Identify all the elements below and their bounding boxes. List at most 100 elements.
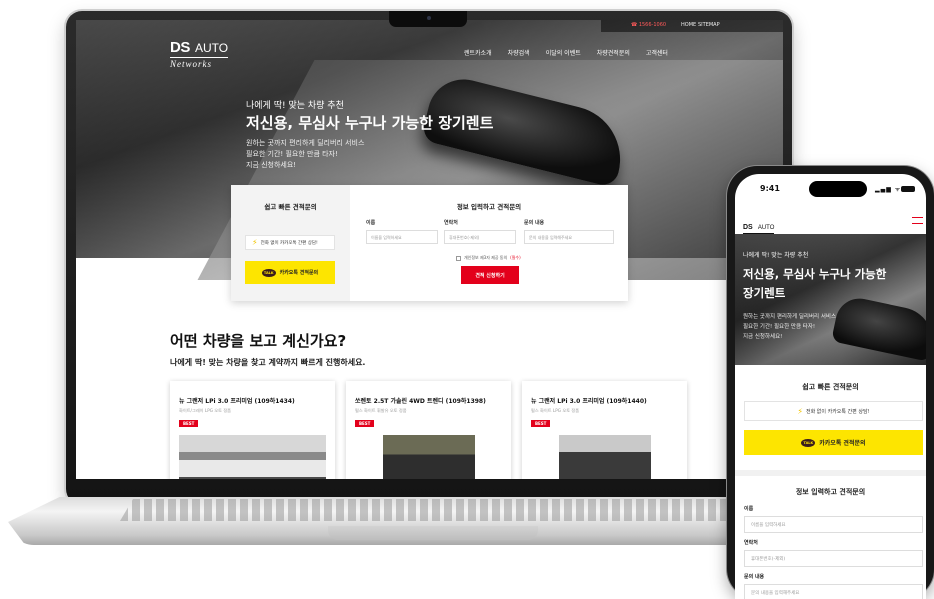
mobile-inquiry-field-group: 문의 내용 문의 내용을 입력해주세요: [744, 573, 923, 599]
inquiry-label: 문의 내용: [524, 220, 545, 226]
nav-item-event[interactable]: 이달의 이벤트: [546, 48, 581, 57]
agree-required: (필수): [510, 255, 521, 260]
car-meta: 화이트/그레이 LPG 오토 정품: [179, 408, 232, 413]
inquiry-input[interactable]: 문의 내용을 입력해주세요: [524, 230, 614, 244]
logo-auto: AUTO: [194, 41, 229, 55]
car-meta: 펄스 화이트 휘발유 오토 정품: [355, 408, 407, 413]
kakao-estimate-button[interactable]: TALK 카카오톡 견적문의: [245, 261, 335, 284]
laptop-keyboard: [120, 499, 770, 521]
mobile-hero-desc-line: 필요한 기간! 필요한 만큼 타자!: [743, 324, 816, 330]
hero-desc-line: 지금 신청하세요!: [246, 161, 297, 169]
mobile-hero-desc-line: 지금 신청하세요!: [743, 334, 783, 340]
car-card[interactable]: 쏘렌토 2.5T 가솔린 4WD 트렌디 (109하1398) 펄스 화이트 휘…: [346, 381, 511, 479]
kakao-consult-button[interactable]: ⚡ 전화 없이 카카오톡 간편 상담!: [245, 235, 335, 250]
listing-title: 어떤 차량을 보고 계신가요?: [170, 332, 347, 350]
mobile-kakao-consult-button[interactable]: ⚡ 전화 없이 카카오톡 간편 상담!: [744, 401, 923, 421]
kakao-consult-label: 전화 없이 카카오톡 간편 상담!: [260, 240, 318, 246]
best-badge: BEST: [531, 420, 551, 427]
sitemap-link[interactable]: SITEMAP: [698, 22, 720, 28]
mobile-hero-description: 원하는 곳까지 편리하게 딜리버리 서비스 필요한 기간! 필요한 만큼 타자!…: [743, 312, 836, 342]
logo-ds: DS: [170, 39, 190, 56]
form-title: 정보 입력하고 견적문의: [456, 203, 522, 211]
mobile-form-title: 정보 입력하고 견적문의: [795, 488, 866, 496]
mobile-hero-title-line: 저신용, 무심사 누구나 가능한: [743, 267, 887, 281]
kakao-talk-icon: TALK: [261, 268, 276, 277]
home-link[interactable]: HOME: [681, 22, 696, 28]
phone-input[interactable]: 휴대폰번호(-제외): [444, 230, 516, 244]
quick-estimate-title: 쉽고 빠른 견적문의: [264, 203, 317, 211]
mobile-phone-field-group: 연락처 휴대폰번호(-제외): [744, 539, 923, 567]
kakao-talk-icon: TALK: [801, 438, 816, 447]
submit-estimate-button[interactable]: 견적 신청하기: [461, 266, 519, 284]
nav-item-rentcar[interactable]: 렌트카소개: [464, 48, 492, 57]
mobile-phone-label: 연락처: [744, 540, 758, 546]
agree-label: 개인정보 제3자 제공 동의: [464, 255, 508, 260]
mobile-hero-desc-line: 원하는 곳까지 편리하게 딜리버리 서비스: [743, 314, 837, 320]
hero-desc-line: 원하는 곳까지 편리하게 딜리버리 서비스: [246, 139, 365, 147]
laptop-notch: [389, 11, 467, 27]
lightning-icon: ⚡: [797, 406, 804, 416]
car-card[interactable]: 뉴 그랜저 LPi 3.0 프리미엄 (109하1434) 화이트/그레이 LP…: [170, 381, 335, 479]
battery-icon: [901, 186, 915, 192]
car-image: [831, 294, 926, 362]
phone-field-group: 연락처 휴대폰번호(-제외): [444, 219, 516, 244]
mobile-hero-title-line: 장기렌트: [743, 286, 786, 300]
quick-estimate: 쉽고 빠른 견적문의 ⚡ 전화 없이 카카오톡 간편 상담! TALK 카카오톡…: [231, 185, 350, 301]
mobile-name-field-group: 이름 이름을 입력하세요: [744, 505, 923, 533]
hero-desc-line: 필요한 기간! 필요한 만큼 타자!: [246, 150, 338, 158]
signal-wifi-icon: ▂▄▆ ᯤ: [875, 186, 902, 193]
hero-description: 원하는 곳까지 편리하게 딜리버리 서비스 필요한 기간! 필요한 만큼 타자!…: [246, 138, 364, 171]
car-card[interactable]: 뉴 그랜저 LPi 3.0 프리미엄 (109하1440) 펄스 화이트 LPG…: [522, 381, 687, 479]
privacy-agree[interactable]: 개인정보 제3자 제공 동의 (필수): [456, 255, 521, 261]
best-badge: BEST: [179, 420, 199, 427]
car-name: 쏘렌토 2.5T 가솔린 4WD 트렌디 (109하1398): [355, 398, 486, 405]
mobile-kakao-estimate-button[interactable]: TALK 카카오톡 견적문의: [744, 430, 923, 455]
hero-subtitle: 나에게 딱! 맞는 차량 추천: [246, 101, 344, 111]
phone-screen: 9:41 ▂▄▆ ᯤ DS AUTO Networks 나에게 딱! 맞는 차량…: [735, 174, 926, 599]
kakao-estimate-label: 카카오톡 견적문의: [279, 270, 319, 276]
section-divider: [735, 470, 926, 476]
mobile-name-label: 이름: [744, 506, 754, 512]
status-time: 9:41: [760, 184, 780, 193]
mobile-hero: 나에게 딱! 맞는 차량 추천 저신용, 무심사 누구나 가능한 장기렌트 원하…: [735, 234, 926, 365]
mobile-kakao-estimate-label: 카카오톡 견적문의: [819, 440, 866, 447]
site-logo[interactable]: DS AUTO Networks: [170, 37, 229, 69]
camera-icon: [427, 16, 431, 20]
mobile-hero-subtitle: 나에게 딱! 맞는 차량 추천: [743, 252, 809, 259]
best-badge: BEST: [355, 420, 375, 427]
nav-item-estimate[interactable]: 차량견적문의: [597, 48, 630, 57]
nav-item-search[interactable]: 차량검색: [508, 48, 530, 57]
phone-frame: 9:41 ▂▄▆ ᯤ DS AUTO Networks 나에게 딱! 맞는 차량…: [727, 166, 934, 599]
car-meta: 펄스 화이트 LPG 오토 정품: [531, 408, 580, 413]
mobile-inquiry-input[interactable]: 문의 내용을 입력해주세요: [744, 584, 923, 599]
car-photo: [179, 435, 326, 479]
car-photo: [559, 435, 651, 479]
inquiry-field-group: 문의 내용 문의 내용을 입력해주세요: [524, 219, 614, 244]
logo-networks: Networks: [170, 57, 229, 69]
logo-ds: DS: [743, 224, 753, 231]
mobile-quick-estimate-title: 쉽고 빠른 견적문의: [802, 383, 859, 391]
lightning-icon: ⚡: [252, 238, 258, 247]
name-label: 이름: [366, 220, 376, 226]
car-name: 뉴 그랜저 LPi 3.0 프리미엄 (109하1440): [531, 398, 647, 405]
agree-checkbox[interactable]: [456, 255, 461, 261]
hamburger-menu-icon[interactable]: [912, 217, 923, 224]
phone-number[interactable]: ☎ 1566-1060: [631, 22, 666, 28]
name-field-group: 이름 이름을 입력하세요: [366, 219, 438, 244]
listing-subtitle: 나에게 딱! 맞는 차량을 찾고 계약까지 빠르게 진행하세요.: [170, 358, 366, 367]
laptop-screen: ☎ 1566-1060 HOME SITEMAP DS AUTO Network…: [76, 20, 783, 479]
hero-title: 저신용, 무심사 누구나 가능한 장기렌트: [246, 114, 494, 132]
mobile-name-input[interactable]: 이름을 입력하세요: [744, 516, 923, 533]
mobile-kakao-consult-label: 전화 없이 카카오톡 간편 상담!: [806, 408, 870, 415]
name-input[interactable]: 이름을 입력하세요: [366, 230, 438, 244]
main-nav: 렌트카소개 차량검색 이달의 이벤트 차량견적문의 고객센터: [464, 48, 668, 57]
mobile-hero-title: 저신용, 무심사 누구나 가능한 장기렌트: [743, 265, 923, 303]
estimate-panel: 쉽고 빠른 견적문의 ⚡ 전화 없이 카카오톡 간편 상담! TALK 카카오톡…: [231, 185, 628, 301]
laptop-hinge: [328, 526, 538, 540]
mobile-phone-input[interactable]: 휴대폰번호(-제외): [744, 550, 923, 567]
nav-item-support[interactable]: 고객센터: [646, 48, 668, 57]
logo-auto: AUTO: [757, 225, 775, 231]
dynamic-island: [809, 181, 867, 197]
phone-label: 연락처: [444, 220, 458, 226]
car-name: 뉴 그랜저 LPi 3.0 프리미엄 (109하1434): [179, 398, 295, 405]
